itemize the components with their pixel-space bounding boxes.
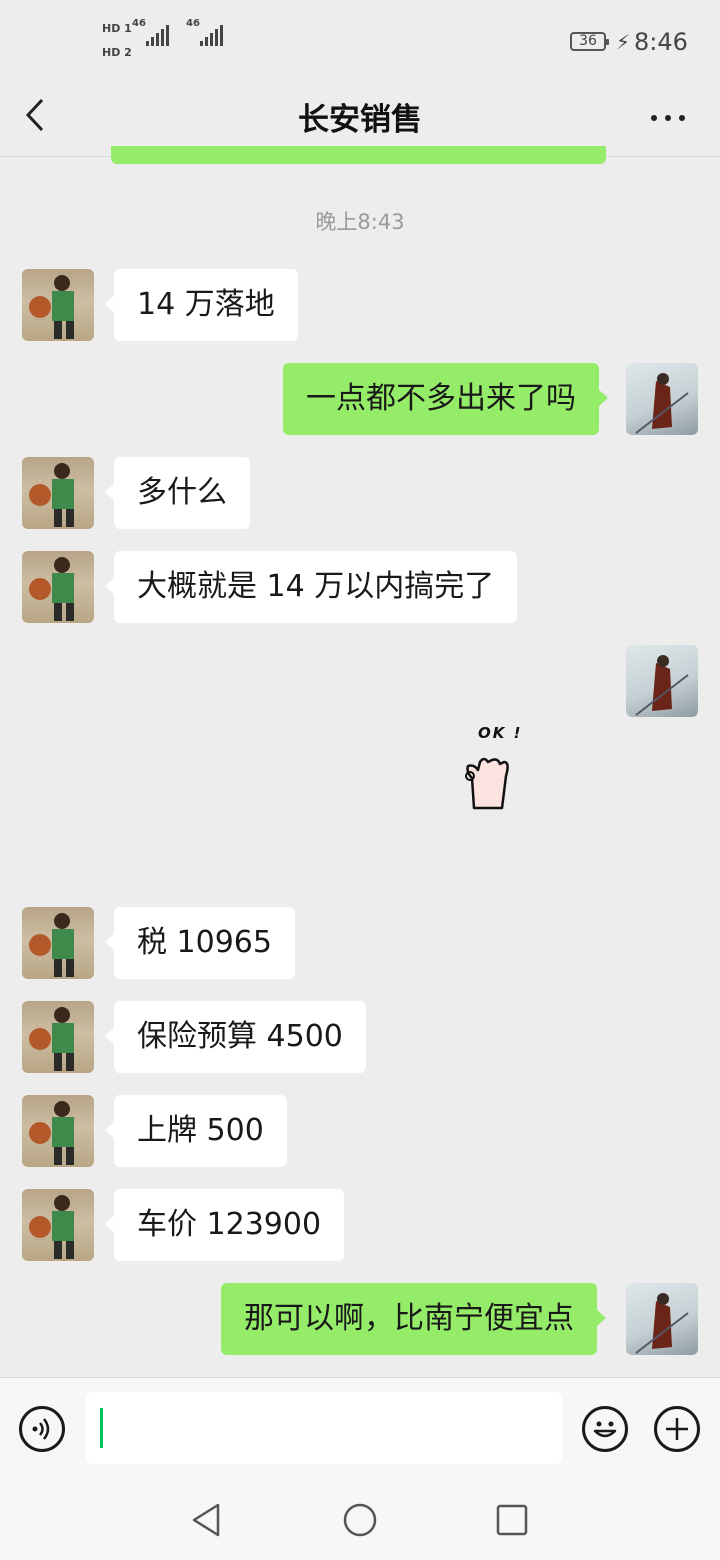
contact-avatar[interactable] xyxy=(22,269,94,341)
message-bubble[interactable]: 税 10965 xyxy=(105,907,295,979)
chat-title: 长安销售 xyxy=(298,102,422,138)
recents-square-icon[interactable] xyxy=(496,1504,528,1540)
my-avatar[interactable] xyxy=(626,645,698,717)
message-bubble[interactable]: 车价 123900 xyxy=(104,1189,345,1261)
timestamp: 晚上8:43 xyxy=(315,210,405,234)
my-avatar[interactable] xyxy=(626,363,698,435)
more-dots-icon[interactable] xyxy=(650,106,686,123)
signal-1-label: 46 xyxy=(132,18,146,29)
contact-avatar[interactable] xyxy=(22,457,94,529)
message-bubble[interactable]: 多什么 xyxy=(105,457,250,529)
contact-avatar[interactable] xyxy=(22,907,94,979)
message-bubble[interactable]: 保险预算 4500 xyxy=(105,1001,366,1073)
text-caret xyxy=(100,1408,103,1448)
message-bubble-self[interactable]: 那可以啊，比南宁便宜点 xyxy=(221,1283,606,1355)
hd1-label: HD 1 xyxy=(102,22,132,35)
hd2-label: HD 2 xyxy=(102,46,132,59)
sticker-text: OK ! xyxy=(478,724,523,742)
signal-2-label: 46 xyxy=(186,18,200,29)
plus-icon[interactable] xyxy=(654,1406,700,1452)
signal-group: HD 1 HD 2 46 46 xyxy=(102,18,232,62)
ok-sticker[interactable]: OK ! xyxy=(440,716,550,826)
status-bar: HD 1 HD 2 46 46 36 ⚡ 8:46 xyxy=(0,0,720,84)
contact-avatar[interactable] xyxy=(22,551,94,623)
signal-2-icon: 46 xyxy=(186,18,223,46)
voice-icon[interactable] xyxy=(19,1406,65,1452)
home-circle-icon[interactable] xyxy=(342,1502,378,1542)
input-bar xyxy=(0,1377,720,1480)
my-avatar[interactable] xyxy=(626,1283,698,1355)
charging-icon: ⚡ xyxy=(616,30,631,54)
message-input[interactable] xyxy=(86,1392,562,1464)
system-navigation-bar xyxy=(0,1479,720,1560)
emoji-icon[interactable] xyxy=(582,1406,628,1452)
contact-avatar[interactable] xyxy=(22,1001,94,1073)
battery-icon: 36 xyxy=(570,32,609,51)
signal-1-icon: 46 xyxy=(132,18,169,46)
status-time: 8:46 xyxy=(634,28,688,56)
message-bubble[interactable]: 14 万落地 xyxy=(105,269,298,341)
contact-avatar[interactable] xyxy=(22,1189,94,1261)
back-triangle-icon[interactable] xyxy=(190,1502,222,1542)
contact-avatar[interactable] xyxy=(22,1095,94,1167)
previous-message-edge xyxy=(111,146,606,164)
message-bubble-self[interactable]: 一点都不多出来了吗 xyxy=(283,363,608,435)
message-bubble[interactable]: 上牌 500 xyxy=(105,1095,287,1167)
message-bubble[interactable]: 大概就是 14 万以内搞完了 xyxy=(104,551,518,623)
